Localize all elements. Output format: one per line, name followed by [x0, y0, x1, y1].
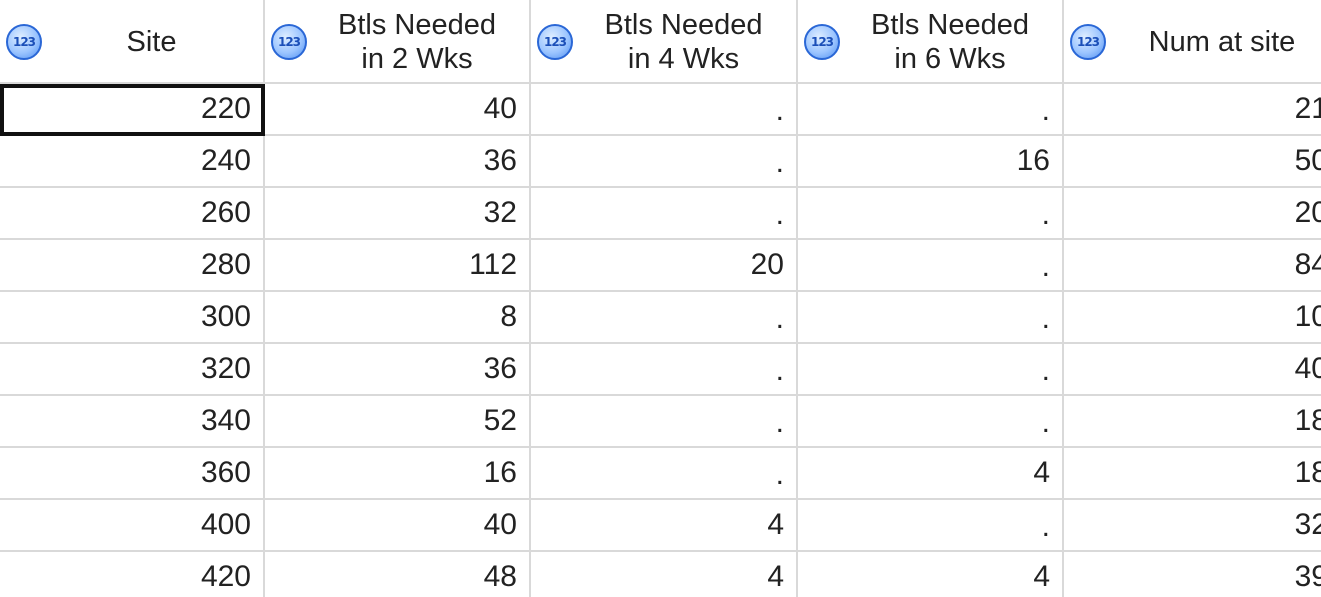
table-cell[interactable]: 240	[0, 136, 265, 188]
table-cell[interactable]: 20	[531, 240, 798, 292]
column-header[interactable]: 123 Site	[0, 0, 265, 84]
table-cell[interactable]: 50	[1064, 136, 1321, 188]
table-row: 220 40.. 21	[0, 84, 1321, 136]
table-cell[interactable]: 340	[0, 396, 265, 448]
table-cell[interactable]: 4	[798, 448, 1064, 500]
table-cell[interactable]: 8	[265, 292, 531, 344]
column-header-label: Site	[126, 26, 177, 58]
table-cell[interactable]: 16	[265, 448, 531, 500]
table-cell[interactable]: .	[531, 84, 798, 136]
table-cell[interactable]: 112	[265, 240, 531, 292]
numeric-column-icon: 123	[6, 24, 42, 60]
table-cell[interactable]: .	[531, 396, 798, 448]
column-header[interactable]: 123 Num at site	[1064, 0, 1321, 84]
table-cell[interactable]: 420	[0, 552, 265, 597]
table-cell[interactable]: .	[798, 240, 1064, 292]
table-row: 360 16. 4 18	[0, 448, 1321, 500]
table-row: 280 112 20. 84	[0, 240, 1321, 292]
table-cell[interactable]: 4	[531, 552, 798, 597]
table-cell[interactable]: 260	[0, 188, 265, 240]
table-cell[interactable]: 4	[531, 500, 798, 552]
table-cell[interactable]: 84	[1064, 240, 1321, 292]
column-header-label: Btls Needed in 6 Wks	[871, 9, 1029, 75]
column-header-label: Btls Needed in 2 Wks	[338, 9, 496, 75]
column-header[interactable]: 123 Btls Needed in 4 Wks	[531, 0, 798, 84]
numeric-column-icon: 123	[804, 24, 840, 60]
table-cell[interactable]: 48	[265, 552, 531, 597]
table-row: 320 36.. 40	[0, 344, 1321, 396]
table-cell[interactable]: 36	[265, 136, 531, 188]
table-row: 260 32.. 20	[0, 188, 1321, 240]
table-cell[interactable]: 40	[265, 500, 531, 552]
table-cell[interactable]: 40	[1064, 344, 1321, 396]
table-cell[interactable]: .	[798, 188, 1064, 240]
table-cell[interactable]: 52	[265, 396, 531, 448]
table-cell[interactable]: 360	[0, 448, 265, 500]
table-cell[interactable]: 32	[265, 188, 531, 240]
active-cell[interactable]: 220	[0, 84, 265, 136]
column-header[interactable]: 123 Btls Needed in 2 Wks	[265, 0, 531, 84]
table-cell[interactable]: .	[798, 396, 1064, 448]
table-row: 400 40 4. 32	[0, 500, 1321, 552]
table-cell[interactable]: 39	[1064, 552, 1321, 597]
column-header-label: Num at site	[1148, 26, 1296, 58]
header-row: 123 Site 123 Btls Needed in 2 Wks 123 Btls Ne…	[0, 0, 1321, 84]
numeric-column-icon: 123	[1070, 24, 1106, 60]
table-cell[interactable]: .	[798, 292, 1064, 344]
table-cell[interactable]: .	[798, 84, 1064, 136]
table-cell[interactable]: .	[531, 188, 798, 240]
table-cell[interactable]: 300	[0, 292, 265, 344]
table-cell[interactable]: 21	[1064, 84, 1321, 136]
table-cell[interactable]: 400	[0, 500, 265, 552]
data-table: 123 Site 123 Btls Needed in 2 Wks 123 Btls Ne…	[0, 0, 1321, 597]
table-cell[interactable]: 10	[1064, 292, 1321, 344]
table-cell[interactable]: 36	[265, 344, 531, 396]
table-row: 300 8.. 10	[0, 292, 1321, 344]
table-cell[interactable]: 18	[1064, 448, 1321, 500]
table-cell[interactable]: 40	[265, 84, 531, 136]
table-cell[interactable]: .	[798, 344, 1064, 396]
numeric-column-icon: 123	[271, 24, 307, 60]
table-cell[interactable]: 18	[1064, 396, 1321, 448]
numeric-column-icon: 123	[537, 24, 573, 60]
table-cell[interactable]: 320	[0, 344, 265, 396]
table-cell[interactable]: .	[531, 136, 798, 188]
table-row: 240 36. 16 50	[0, 136, 1321, 188]
table-cell[interactable]: 20	[1064, 188, 1321, 240]
column-header-label: Btls Needed in 4 Wks	[604, 9, 763, 75]
table-row: 340 52.. 18	[0, 396, 1321, 448]
table-cell[interactable]: 4	[798, 552, 1064, 597]
table-cell[interactable]: 16	[798, 136, 1064, 188]
table-row: 420 48 4 4 39	[0, 552, 1321, 597]
column-header[interactable]: 123 Btls Needed in 6 Wks	[798, 0, 1064, 84]
table-cell[interactable]: .	[531, 448, 798, 500]
table-cell[interactable]: .	[798, 500, 1064, 552]
table-cell[interactable]: .	[531, 292, 798, 344]
table-cell[interactable]: 32	[1064, 500, 1321, 552]
table-cell[interactable]: 280	[0, 240, 265, 292]
table-cell[interactable]: .	[531, 344, 798, 396]
